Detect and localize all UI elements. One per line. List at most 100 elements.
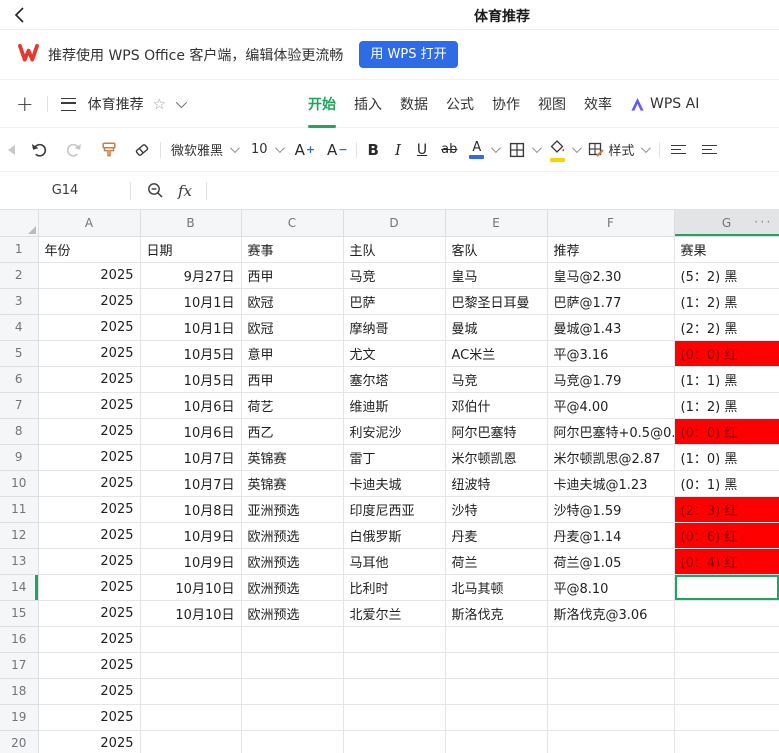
cell-E20[interactable] bbox=[445, 730, 547, 753]
cell-A8[interactable]: 2025 bbox=[38, 418, 140, 444]
cell-D11[interactable]: 印度尼西亚 bbox=[343, 496, 445, 522]
cell-B16[interactable] bbox=[140, 626, 241, 652]
cell-A14[interactable]: 2025 bbox=[38, 574, 140, 600]
cell-D8[interactable]: 利安泥沙 bbox=[343, 418, 445, 444]
cell-F10[interactable]: 卡迪夫城@1.23 bbox=[547, 470, 674, 496]
cell-B11[interactable]: 10月8日 bbox=[140, 496, 241, 522]
format-painter-icon[interactable] bbox=[100, 141, 118, 159]
cell-G12[interactable]: (0：6) 红 bbox=[674, 522, 779, 548]
underline-button[interactable]: U bbox=[417, 142, 427, 158]
cell-A17[interactable]: 2025 bbox=[38, 652, 140, 678]
cell-F7[interactable]: 平@4.00 bbox=[547, 392, 674, 418]
cell-E2[interactable]: 皇马 bbox=[445, 262, 547, 288]
cell-B10[interactable]: 10月7日 bbox=[140, 470, 241, 496]
tab-开始[interactable]: 开始 bbox=[299, 80, 345, 128]
column-header-F[interactable]: F bbox=[547, 210, 674, 236]
cell-D5[interactable]: 尤文 bbox=[343, 340, 445, 366]
cell-D14[interactable]: 比利时 bbox=[343, 574, 445, 600]
row-header-11[interactable]: 11 bbox=[0, 496, 38, 522]
cell-G18[interactable] bbox=[674, 678, 779, 704]
row-header-14[interactable]: 14 bbox=[0, 574, 38, 600]
cell-C9[interactable]: 英锦赛 bbox=[241, 444, 343, 470]
align-left-icon[interactable] bbox=[671, 142, 686, 157]
cell-B8[interactable]: 10月6日 bbox=[140, 418, 241, 444]
fx-button[interactable]: fx bbox=[178, 182, 192, 200]
cell-E9[interactable]: 米尔顿凯恩 bbox=[445, 444, 547, 470]
cell-D17[interactable] bbox=[343, 652, 445, 678]
column-header-E[interactable]: E bbox=[445, 210, 547, 236]
cell-C14[interactable]: 欧洲预选 bbox=[241, 574, 343, 600]
cell-B5[interactable]: 10月5日 bbox=[140, 340, 241, 366]
cell-F11[interactable]: 沙特@1.59 bbox=[547, 496, 674, 522]
cell-B17[interactable] bbox=[140, 652, 241, 678]
cell-A20[interactable]: 2025 bbox=[38, 730, 140, 753]
cell-G6[interactable]: (1：1) 黑 bbox=[674, 366, 779, 392]
cell-F19[interactable] bbox=[547, 704, 674, 730]
cell-E13[interactable]: 荷兰 bbox=[445, 548, 547, 574]
row-header-1[interactable]: 1 bbox=[0, 236, 38, 262]
cell-D12[interactable]: 白俄罗斯 bbox=[343, 522, 445, 548]
cell-G13[interactable]: (0：4) 红 bbox=[674, 548, 779, 574]
cell-C20[interactable] bbox=[241, 730, 343, 753]
row-header-7[interactable]: 7 bbox=[0, 392, 38, 418]
cell-E10[interactable]: 纽波特 bbox=[445, 470, 547, 496]
eraser-icon[interactable] bbox=[133, 141, 151, 159]
strikethrough-button[interactable]: ab bbox=[441, 142, 457, 157]
row-header-15[interactable]: 15 bbox=[0, 600, 38, 626]
cell-G3[interactable]: (1：2) 黑 bbox=[674, 288, 779, 314]
cell-A4[interactable]: 2025 bbox=[38, 314, 140, 340]
row-header-20[interactable]: 20 bbox=[0, 730, 38, 753]
row-header-19[interactable]: 19 bbox=[0, 704, 38, 730]
cell-E5[interactable]: AC米兰 bbox=[445, 340, 547, 366]
cell-A3[interactable]: 2025 bbox=[38, 288, 140, 314]
row-header-8[interactable]: 8 bbox=[0, 418, 38, 444]
star-icon[interactable]: ☆ bbox=[153, 95, 166, 113]
open-in-wps-button[interactable]: 用 WPS 打开 bbox=[359, 41, 457, 68]
more-columns-button[interactable]: ··· bbox=[754, 215, 772, 230]
row-header-3[interactable]: 3 bbox=[0, 288, 38, 314]
cell-C19[interactable] bbox=[241, 704, 343, 730]
cell-F3[interactable]: 巴萨@1.77 bbox=[547, 288, 674, 314]
new-sheet-icon[interactable]: + bbox=[16, 94, 34, 115]
cell-G11[interactable]: (2：3) 红 bbox=[674, 496, 779, 522]
row-header-13[interactable]: 13 bbox=[0, 548, 38, 574]
cell-G8[interactable]: (0：0) 红 bbox=[674, 418, 779, 444]
cell-G7[interactable]: (1：2) 黑 bbox=[674, 392, 779, 418]
cell-C6[interactable]: 西甲 bbox=[241, 366, 343, 392]
cell-A5[interactable]: 2025 bbox=[38, 340, 140, 366]
cell-C12[interactable]: 欧洲预选 bbox=[241, 522, 343, 548]
font-name-select[interactable]: 微软雅黑 bbox=[171, 140, 237, 159]
cell-C11[interactable]: 亚洲预选 bbox=[241, 496, 343, 522]
cell-F12[interactable]: 丹麦@1.14 bbox=[547, 522, 674, 548]
cell-F1[interactable]: 推荐 bbox=[547, 236, 674, 262]
font-color-button[interactable]: A bbox=[469, 141, 498, 159]
row-header-6[interactable]: 6 bbox=[0, 366, 38, 392]
cell-D18[interactable] bbox=[343, 678, 445, 704]
row-header-2[interactable]: 2 bbox=[0, 262, 38, 288]
cell-E4[interactable]: 曼城 bbox=[445, 314, 547, 340]
cell-E12[interactable]: 丹麦 bbox=[445, 522, 547, 548]
cell-E19[interactable] bbox=[445, 704, 547, 730]
cell-F13[interactable]: 荷兰@1.05 bbox=[547, 548, 674, 574]
tab-WPS AI[interactable]: WPS AI bbox=[621, 80, 708, 128]
scroll-left-icon[interactable] bbox=[8, 145, 15, 155]
cell-D10[interactable]: 卡迪夫城 bbox=[343, 470, 445, 496]
cell-B15[interactable]: 10月10日 bbox=[140, 600, 241, 626]
cell-D6[interactable]: 塞尔塔 bbox=[343, 366, 445, 392]
cell-E8[interactable]: 阿尔巴塞特 bbox=[445, 418, 547, 444]
cell-F14[interactable]: 平@8.10 bbox=[547, 574, 674, 600]
cell-G14[interactable] bbox=[674, 574, 779, 600]
cell-reference-box[interactable]: G14 bbox=[0, 183, 130, 198]
row-header-12[interactable]: 12 bbox=[0, 522, 38, 548]
cell-C2[interactable]: 西甲 bbox=[241, 262, 343, 288]
cell-G16[interactable] bbox=[674, 626, 779, 652]
select-all-corner[interactable] bbox=[0, 210, 38, 236]
cell-F18[interactable] bbox=[547, 678, 674, 704]
cell-E3[interactable]: 巴黎圣日耳曼 bbox=[445, 288, 547, 314]
row-header-5[interactable]: 5 bbox=[0, 340, 38, 366]
tab-效率[interactable]: 效率 bbox=[575, 80, 621, 128]
bold-button[interactable]: B bbox=[368, 141, 379, 159]
column-header-D[interactable]: D bbox=[343, 210, 445, 236]
cell-B6[interactable]: 10月5日 bbox=[140, 366, 241, 392]
cell-B2[interactable]: 9月27日 bbox=[140, 262, 241, 288]
